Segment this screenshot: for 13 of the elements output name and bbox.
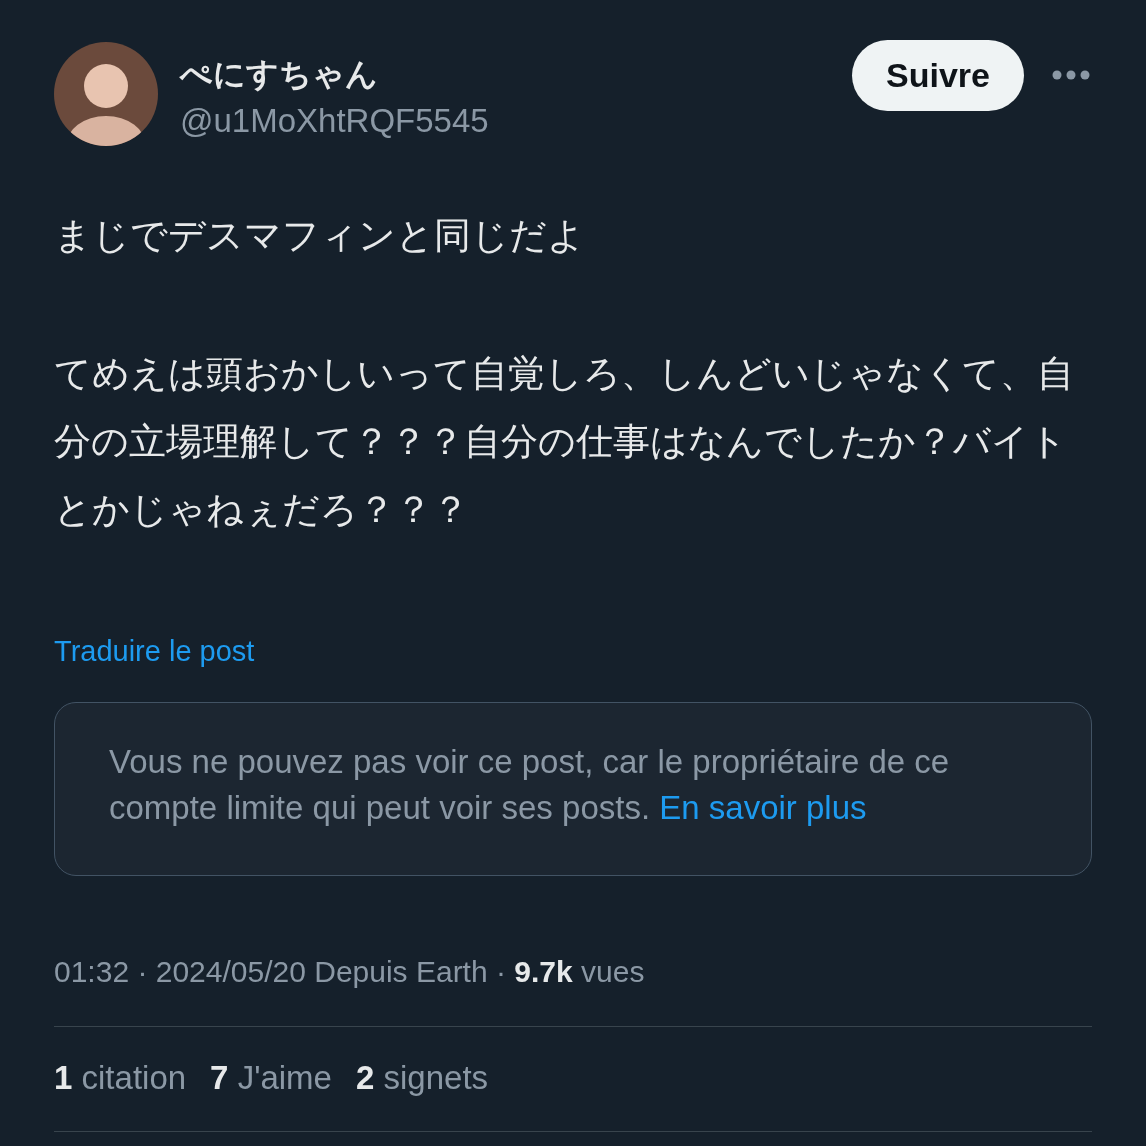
post-text: てめえは頭おかしいって自覚しろ、しんどいじゃなくて、自分の立場理解して？？？自分の仕事はなんでしたか？バイトとかじゃねぇだろ？？？ <box>54 352 1074 532</box>
stat-count[interactable]: 7 J'aime <box>210 1057 332 1099</box>
author-name[interactable]: ぺにすちゃん <box>180 54 852 94</box>
more-icon[interactable] <box>1052 70 1090 80</box>
learn-more-link[interactable]: En savoir plus <box>659 789 867 826</box>
translate-link[interactable]: Traduire le post <box>54 634 255 668</box>
post-text: まじでデスマフィンと同じだよ <box>54 214 586 258</box>
notice-text: Vous ne pouvez pas voir ce post, car le propriétaire de ce compte limite qui peut voir ses posts. En savoir plus <box>54 702 1092 876</box>
stat-count[interactable]: 1 citation <box>54 1057 187 1099</box>
stat-count[interactable]: 2 signets <box>355 1057 489 1099</box>
post-meta: 01:32 · 2024/05/20 Depuis Earth · 9.7k vues <box>54 954 646 990</box>
follow-button[interactable]: Suivre <box>852 40 1024 111</box>
author-handle[interactable]: @u1MoXhtRQF5545 <box>180 100 852 142</box>
